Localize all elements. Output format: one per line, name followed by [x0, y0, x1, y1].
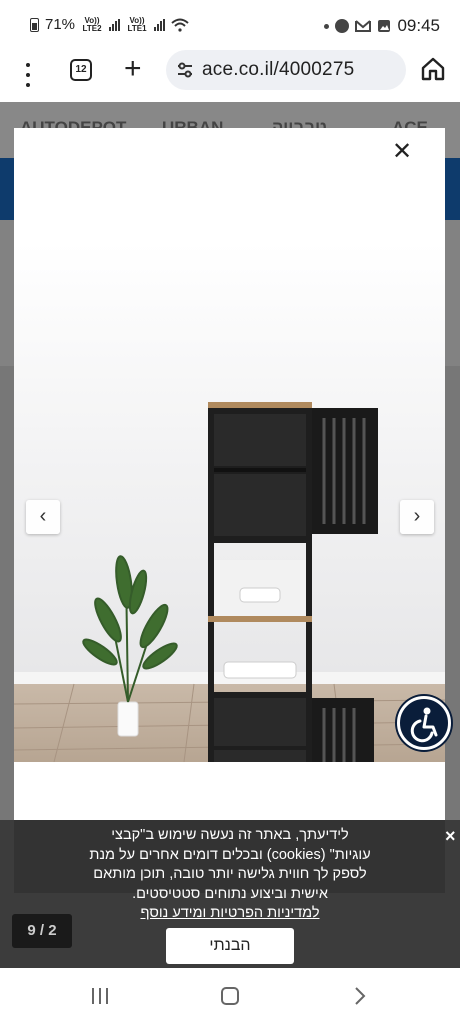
product-image: [14, 242, 445, 762]
facebook-icon: [335, 19, 350, 33]
battery-percent: 71%: [45, 16, 76, 33]
cookie-text-line: עוגיות" (cookies) ובכלים דומים אחרים על …: [89, 846, 371, 863]
notification-dot-icon: [324, 23, 330, 29]
cookie-close-icon[interactable]: ×: [445, 826, 456, 847]
cookie-text-line: לספק לך חווית גלישה יותר טובה, תוכן מותא…: [93, 866, 367, 882]
cookie-banner: לידיעתך, באתר זה נעשה שימוש ב"קבצי עוגיו…: [0, 820, 460, 968]
home-nav-icon[interactable]: [221, 987, 239, 1005]
site-settings-icon[interactable]: [176, 61, 194, 79]
signal-icon: Vo)) LTE2: [82, 15, 102, 33]
system-navigation-bar: [0, 968, 460, 1024]
cookie-text-line: אישית וביצוע נתוחים סטטיסטים.: [132, 885, 328, 902]
cookie-text: לידיעתך, באתר זה נעשה שימוש ב"קבצי עוגיו…: [40, 826, 420, 924]
url-text[interactable]: ace.co.il/4000275: [202, 59, 354, 81]
tab-switcher-button[interactable]: 12: [70, 59, 92, 81]
clock: 09:45: [397, 16, 440, 35]
recent-apps-icon[interactable]: [92, 988, 108, 1004]
gmail-icon: [355, 20, 372, 32]
accessibility-button[interactable]: [397, 696, 451, 750]
gallery-icon: [378, 20, 391, 32]
accept-cookies-button[interactable]: הבנתי: [166, 928, 294, 964]
image-gallery-modal: ✕ ‹ ›: [14, 128, 445, 828]
signal-bars-icon-2: [154, 18, 166, 31]
status-bar: 71% Vo)) LTE2 Vo)) LTE1 09:45: [0, 0, 460, 50]
back-icon[interactable]: [350, 986, 370, 1006]
browser-toolbar: 12 + ace.co.il/4000275: [0, 50, 460, 102]
signal-bars-icon: [109, 18, 121, 31]
address-bar[interactable]: ace.co.il/4000275: [166, 50, 406, 90]
previous-image-button[interactable]: ‹: [26, 500, 60, 534]
wheelchair-icon: [410, 707, 438, 743]
next-image-button[interactable]: ›: [400, 500, 434, 534]
signal-icon-2: Vo)) LTE1: [127, 15, 147, 33]
home-icon[interactable]: [420, 56, 446, 82]
new-tab-button[interactable]: +: [124, 54, 142, 84]
close-icon[interactable]: ✕: [390, 140, 414, 164]
battery-icon: [30, 17, 39, 32]
privacy-policy-link[interactable]: למדיניות הפרטיות ומידע נוסף: [40, 904, 420, 924]
wifi-icon: [171, 18, 189, 32]
cookie-text-line: לידיעתך, באתר זה נעשה שימוש ב"קבצי: [111, 827, 349, 843]
menu-icon[interactable]: [24, 60, 32, 90]
image-counter: 9 / 2: [12, 914, 72, 948]
